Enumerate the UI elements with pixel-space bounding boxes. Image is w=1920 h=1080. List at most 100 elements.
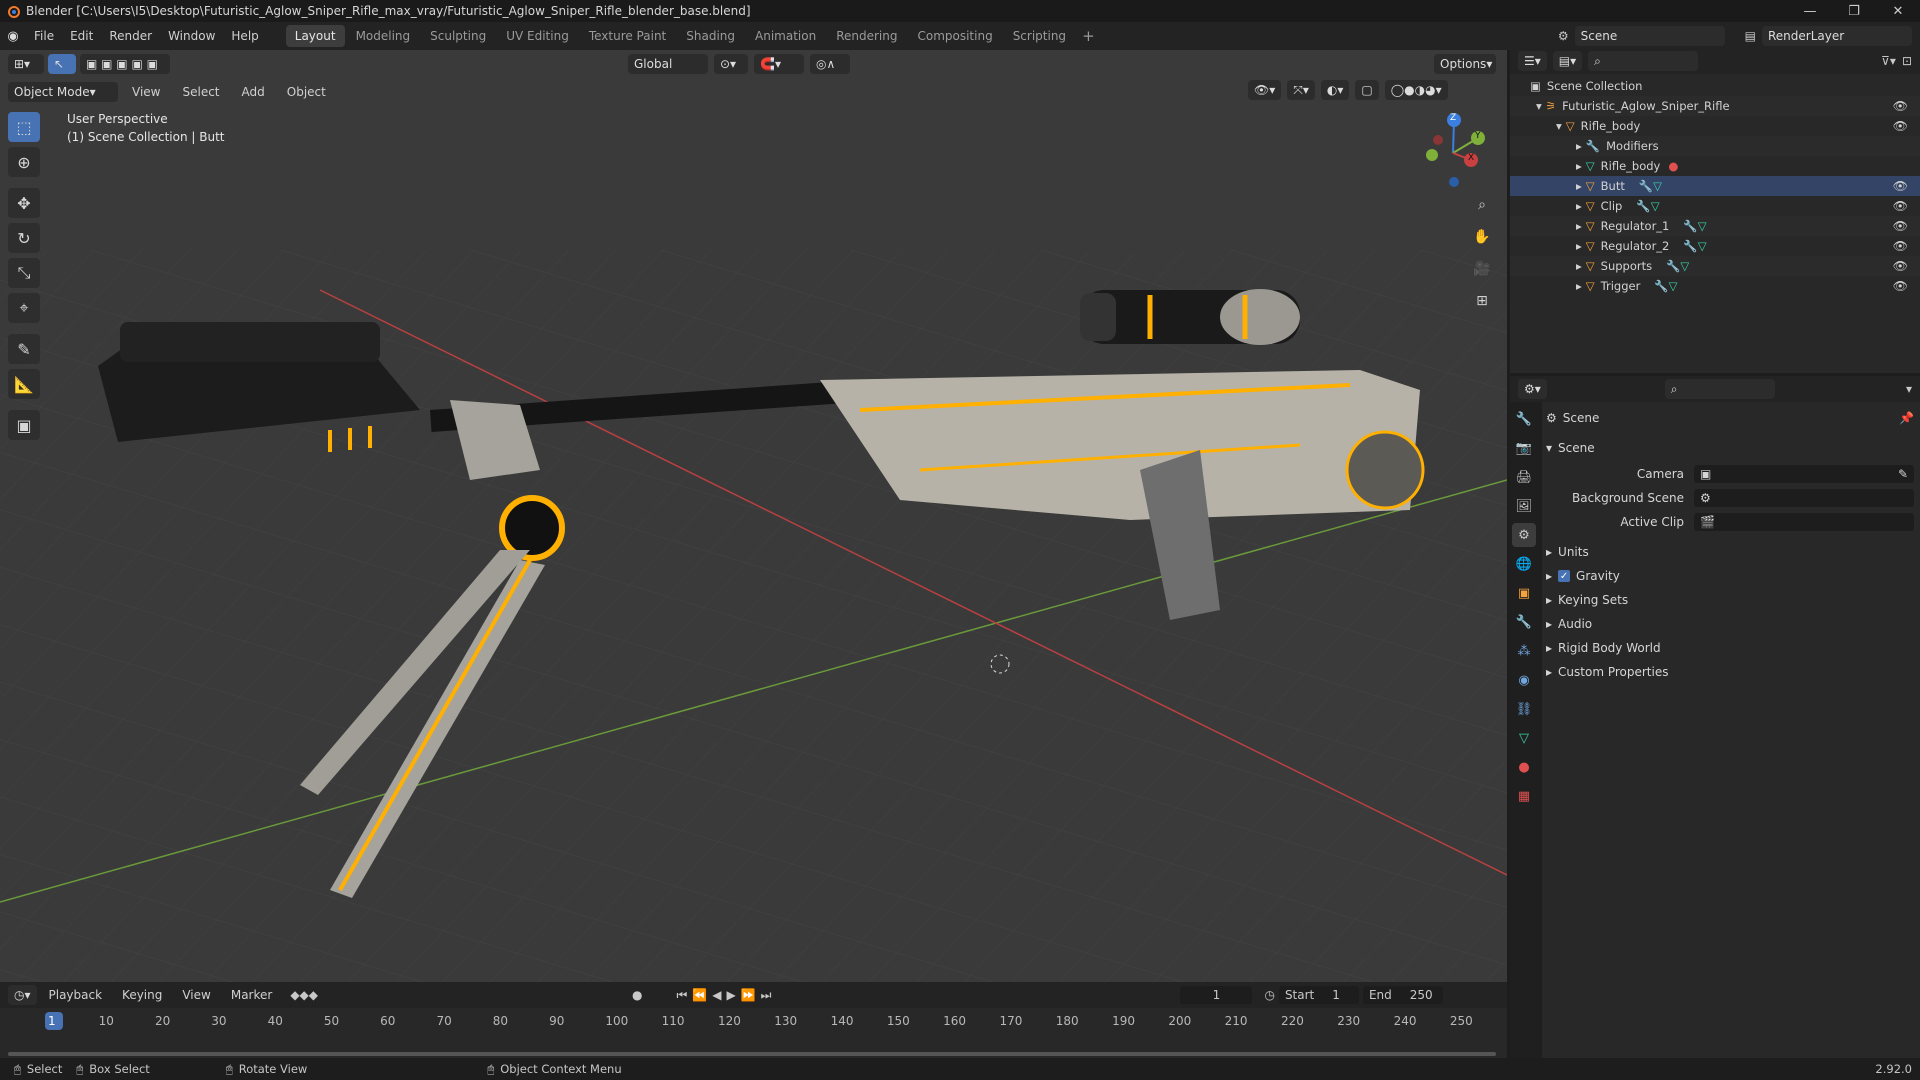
panel-keying-sets[interactable]: ▸ Keying Sets bbox=[1546, 588, 1914, 612]
tab-scripting[interactable]: Scripting bbox=[1004, 25, 1075, 47]
outliner-item[interactable]: ▸ ▽ Regulator_2 🔧 ▽ 👁 bbox=[1510, 236, 1920, 256]
overlay-toggle-icon[interactable]: ◐▾ bbox=[1320, 80, 1350, 100]
xray-icon[interactable]: ▢ bbox=[1355, 80, 1379, 100]
material-tab-icon[interactable]: ● bbox=[1512, 755, 1536, 779]
scale-tool[interactable]: ⤡ bbox=[8, 258, 40, 288]
scene-tab-icon[interactable]: ⚙ bbox=[1512, 523, 1536, 547]
object-tab-icon[interactable]: ▣ bbox=[1512, 581, 1536, 605]
background-scene-field[interactable]: ⚙ bbox=[1694, 489, 1914, 507]
add-cube-tool[interactable]: ▣ bbox=[8, 410, 40, 440]
rotate-tool[interactable]: ↻ bbox=[8, 223, 40, 253]
expand-icon[interactable]: ▸ bbox=[1576, 179, 1582, 193]
expand-icon[interactable]: ▸ bbox=[1576, 199, 1582, 213]
renderlayer-selector[interactable]: RenderLayer bbox=[1762, 26, 1912, 46]
outliner-search[interactable]: ⌕ bbox=[1588, 51, 1699, 71]
expand-icon[interactable]: ▸ bbox=[1576, 279, 1582, 293]
world-tab-icon[interactable]: 🌐 bbox=[1512, 552, 1536, 576]
menu-edit[interactable]: Edit bbox=[62, 22, 101, 50]
camera-view-icon[interactable]: 🎥 bbox=[1469, 256, 1495, 282]
panel-units[interactable]: ▸ Units bbox=[1546, 540, 1914, 564]
visibility-icon[interactable]: 👁▾ bbox=[1248, 80, 1282, 100]
viewport-menu-select[interactable]: Select bbox=[174, 78, 227, 106]
new-collection-icon[interactable]: ⊡ bbox=[1902, 54, 1912, 68]
expand-icon[interactable]: ▸ bbox=[1576, 139, 1582, 153]
tab-modeling[interactable]: Modeling bbox=[347, 25, 420, 47]
expand-icon[interactable]: ▾ bbox=[1536, 99, 1542, 113]
panel-rigid-body-world[interactable]: ▸ Rigid Body World bbox=[1546, 636, 1914, 660]
filter-icon[interactable]: ⊽▾ bbox=[1881, 54, 1896, 68]
measure-tool[interactable]: 📐 bbox=[8, 369, 40, 399]
eye-icon[interactable]: 👁 bbox=[1893, 179, 1908, 193]
expand-icon[interactable]: ▸ bbox=[1576, 159, 1582, 173]
timeline-editor-icon[interactable]: ◷▾ bbox=[8, 985, 37, 1005]
snap-icon[interactable]: 🧲▾ bbox=[754, 54, 804, 74]
eye-icon[interactable]: 👁 bbox=[1893, 239, 1908, 253]
pin-icon[interactable]: 📌 bbox=[1899, 411, 1914, 425]
display-mode-icon[interactable]: ▤▾ bbox=[1552, 51, 1583, 71]
end-frame-field[interactable]: End 250 bbox=[1362, 986, 1443, 1004]
outliner-collection[interactable]: ▾ ⚞ Futuristic_Aglow_Sniper_Rifle 👁 bbox=[1510, 96, 1920, 116]
cursor-tool[interactable]: ⊕ bbox=[8, 147, 40, 177]
timeline-ruler[interactable]: 1 10 20 30 40 50 60 70 80 90 100 110 120 130 140 150 160… bbox=[0, 1008, 1507, 1058]
selection-mode-icons[interactable]: ▣ ▣ ▣ ▣ ▣ bbox=[80, 54, 170, 74]
particles-tab-icon[interactable]: ⁂ bbox=[1512, 639, 1536, 663]
expand-icon[interactable]: ▸ bbox=[1576, 259, 1582, 273]
move-tool[interactable]: ✥ bbox=[8, 188, 40, 218]
add-workspace-icon[interactable]: + bbox=[1076, 27, 1101, 45]
modifier-tab-icon[interactable]: 🔧 bbox=[1512, 610, 1536, 634]
tab-sculpting[interactable]: Sculpting bbox=[421, 25, 495, 47]
transform-tool[interactable]: ⌖ bbox=[8, 293, 40, 323]
close-icon[interactable]: ✕ bbox=[1876, 4, 1920, 19]
expand-icon[interactable]: ▾ bbox=[1556, 119, 1562, 133]
menu-marker[interactable]: Marker bbox=[223, 981, 280, 1009]
menu-file[interactable]: File bbox=[26, 22, 62, 50]
outliner-item[interactable]: ▸ 🔧 Modifiers bbox=[1510, 136, 1920, 156]
tab-uv-editing[interactable]: UV Editing bbox=[497, 25, 578, 47]
ortho-grid-icon[interactable]: ⊞ bbox=[1469, 288, 1495, 314]
outliner-item[interactable]: ▸ ▽ Trigger 🔧 ▽ 👁 bbox=[1510, 276, 1920, 296]
output-tab-icon[interactable]: 🖨 bbox=[1512, 465, 1536, 489]
menu-help[interactable]: Help bbox=[223, 22, 266, 50]
data-tab-icon[interactable]: ▽ bbox=[1512, 726, 1536, 750]
pivot-icon[interactable]: ⊙▾ bbox=[714, 54, 748, 74]
pan-hand-icon[interactable]: ✋ bbox=[1469, 224, 1495, 250]
expand-icon[interactable]: ▸ bbox=[1576, 239, 1582, 253]
eye-icon[interactable]: 👁 bbox=[1893, 199, 1908, 213]
maximize-icon[interactable]: ❐ bbox=[1832, 4, 1876, 19]
outliner-parent[interactable]: ▾ ▽ Rifle_body 👁 bbox=[1510, 116, 1920, 136]
outliner-item[interactable]: ▸ ▽ Butt 🔧 ▽ 👁 bbox=[1510, 176, 1920, 196]
expand-icon[interactable]: ▸ bbox=[1576, 219, 1582, 233]
shading-modes-icon[interactable]: ◯●◑◕▾ bbox=[1384, 80, 1448, 100]
render-tab-icon[interactable]: 📷 bbox=[1512, 436, 1536, 460]
panel-gravity[interactable]: ▸ ✓ Gravity bbox=[1546, 564, 1914, 588]
select-tool-icon[interactable]: ↖ bbox=[48, 54, 76, 74]
tab-animation[interactable]: Animation bbox=[746, 25, 825, 47]
minimize-icon[interactable]: — bbox=[1788, 4, 1832, 19]
mode-dropdown[interactable]: Object Mode ▾ bbox=[8, 82, 118, 102]
properties-editor-icon[interactable]: ⚙▾ bbox=[1518, 379, 1547, 399]
options-dropdown[interactable]: Options ▾ bbox=[1434, 54, 1496, 74]
tab-compositing[interactable]: Compositing bbox=[908, 25, 1001, 47]
menu-render[interactable]: Render bbox=[101, 22, 160, 50]
properties-search[interactable]: ⌕ bbox=[1664, 379, 1775, 399]
current-frame-field[interactable]: 1 bbox=[1180, 986, 1253, 1004]
tab-rendering[interactable]: Rendering bbox=[827, 25, 906, 47]
start-frame-field[interactable]: Start 1 bbox=[1278, 986, 1359, 1004]
scene-selector[interactable]: Scene bbox=[1574, 26, 1725, 46]
navigation-gizmo[interactable]: Z Y X bbox=[1408, 108, 1498, 198]
outliner-item[interactable]: ▸ ▽ Supports 🔧 ▽ 👁 bbox=[1510, 256, 1920, 276]
proportional-edit-icon[interactable]: ◎∧ bbox=[810, 54, 850, 74]
eyedropper-icon[interactable]: ✎ bbox=[1898, 467, 1908, 481]
chevron-down-icon[interactable]: ▾ bbox=[1906, 382, 1912, 396]
menu-keying[interactable]: Keying bbox=[114, 981, 170, 1009]
eye-icon[interactable]: 👁 bbox=[1893, 219, 1908, 233]
blender-menu-icon[interactable]: ◉ bbox=[0, 29, 26, 44]
tab-shading[interactable]: Shading bbox=[677, 25, 744, 47]
annotate-tool[interactable]: ✎ bbox=[8, 334, 40, 364]
constraints-tab-icon[interactable]: ⛓ bbox=[1512, 697, 1536, 721]
outliner-item[interactable]: ▸ ▽ Rifle_body ● bbox=[1510, 156, 1920, 176]
select-box-tool[interactable]: ⬚ bbox=[8, 112, 40, 142]
eye-icon[interactable]: 👁 bbox=[1893, 99, 1908, 113]
active-clip-field[interactable]: 🎬 bbox=[1694, 513, 1914, 531]
viewport-menu-add[interactable]: Add bbox=[234, 78, 273, 106]
